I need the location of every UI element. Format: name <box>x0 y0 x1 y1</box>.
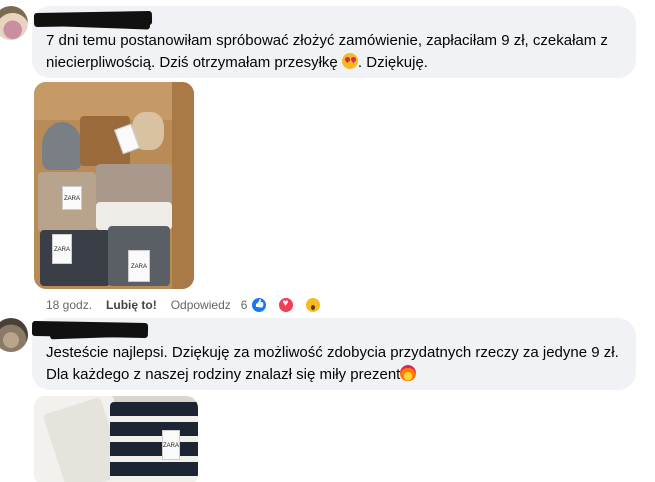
love-icon <box>277 296 296 314</box>
reactions-summary[interactable]: 6 <box>241 296 337 314</box>
comment-text-line: 7 dni temu postanowiłam spróbować złożyć… <box>46 32 608 49</box>
comment-actions: 18 godz. Lubię to! Odpowiedz 6 <box>46 296 336 314</box>
heart-eyes-icon <box>341 53 358 69</box>
striped-sweater-item <box>110 402 198 482</box>
box-flap <box>34 82 194 120</box>
like-icon <box>250 296 269 314</box>
reaction-count: 6 <box>240 298 248 312</box>
fire-icon <box>400 365 417 381</box>
comment-photo[interactable]: ZARA <box>34 396 198 482</box>
dark-sweater-item <box>40 230 110 286</box>
comment-text-fragment: . Dziękuję. <box>357 54 428 71</box>
wow-icon <box>304 296 323 314</box>
reply-button[interactable]: Odpowiedz <box>171 298 231 312</box>
price-tag: ZARA <box>52 234 72 264</box>
beanie-item <box>42 122 82 170</box>
comment-text-fragment: Dla każdego z naszej rodziny znalazł się… <box>46 366 401 383</box>
avatar[interactable] <box>0 318 28 352</box>
price-tag: ZARA <box>62 186 82 210</box>
like-button[interactable]: Lubię to! <box>106 298 157 312</box>
comment-text-line: Jesteście najlepsi. Dziękuję za możliwoś… <box>46 344 619 361</box>
box-side <box>172 82 194 289</box>
jacket-item <box>96 164 172 206</box>
comment-timestamp[interactable]: 18 godz. <box>46 298 92 312</box>
price-tag: ZARA <box>128 250 150 282</box>
comment-text-line: niecierpliwością. Dziś otrzymałam przesy… <box>46 52 622 74</box>
avatar[interactable] <box>0 6 28 40</box>
comment-text-line: Dla każdego z naszej rodziny znalazł się… <box>46 364 622 386</box>
price-tag: ZARA <box>162 430 180 460</box>
comment-text-fragment: niecierpliwością. Dziś otrzymałam przesy… <box>46 54 338 71</box>
comment-photo[interactable]: ZARA ZARA ZARA <box>34 82 194 289</box>
